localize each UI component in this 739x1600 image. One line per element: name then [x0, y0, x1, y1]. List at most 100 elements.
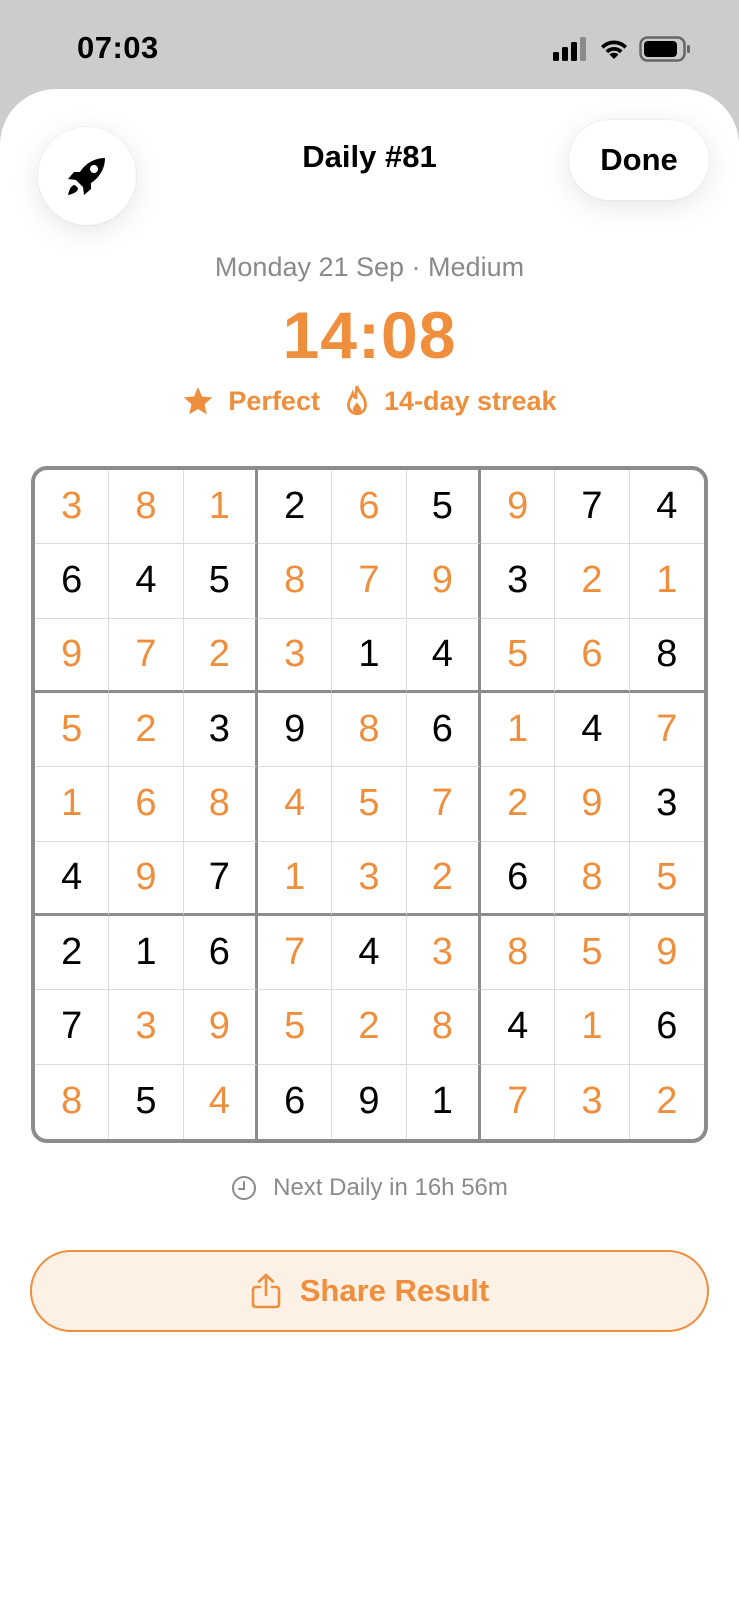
streak-badge: 14-day streak — [344, 385, 557, 417]
sudoku-cell[interactable]: 6 — [332, 470, 407, 545]
sudoku-cell[interactable]: 7 — [406, 767, 481, 842]
sudoku-cell[interactable]: 9 — [629, 916, 704, 991]
sudoku-cell[interactable]: 6 — [258, 1064, 333, 1139]
sudoku-cell[interactable]: 8 — [332, 693, 407, 768]
sudoku-cell[interactable]: 4 — [184, 1064, 258, 1139]
sudoku-cell[interactable]: 8 — [629, 619, 704, 693]
sudoku-cell[interactable]: 8 — [406, 990, 481, 1065]
sudoku-cell[interactable]: 8 — [183, 767, 258, 842]
share-result-button[interactable]: Share Result — [30, 1250, 709, 1332]
sudoku-cell[interactable]: 6 — [406, 693, 481, 768]
sudoku-cell[interactable]: 7 — [109, 618, 184, 693]
next-daily-label: Next Daily in 16h 56m — [273, 1174, 508, 1201]
sudoku-cell[interactable]: 9 — [555, 767, 630, 842]
sudoku-cell[interactable]: 4 — [629, 470, 704, 545]
perfect-badge: Perfect — [182, 385, 320, 417]
next-daily-countdown: Next Daily in 16h 56m — [0, 1174, 739, 1202]
sudoku-cell[interactable]: 5 — [258, 990, 333, 1065]
sudoku-cell[interactable]: 6 — [35, 544, 110, 619]
star-icon — [184, 387, 213, 415]
sudoku-cell[interactable]: 1 — [35, 767, 110, 842]
sudoku-cell[interactable]: 1 — [481, 693, 556, 768]
status-time: 07:03 — [77, 30, 159, 65]
share-result-label: Share Result — [299, 1273, 490, 1308]
sudoku-cell[interactable]: 5 — [183, 544, 258, 619]
date-difficulty: Monday 21 Sep · Medium — [214, 252, 525, 282]
sudoku-cell[interactable]: 3 — [481, 544, 556, 619]
daily-result-sheet: Daily #81 Done Monday 21 Sep · Medium 14… — [0, 89, 739, 1600]
sudoku-cell[interactable]: 4 — [481, 990, 556, 1065]
sudoku-cell[interactable]: 3 — [183, 693, 258, 768]
sudoku-cell[interactable]: 5 — [109, 1064, 184, 1139]
sudoku-cell[interactable]: 3 — [35, 470, 110, 545]
sudoku-cell[interactable]: 8 — [109, 470, 184, 545]
sudoku-cell[interactable]: 1 — [407, 1064, 481, 1139]
solve-time: 14:08 — [282, 298, 457, 372]
sudoku-cell[interactable]: 4 — [109, 544, 184, 619]
sudoku-cell[interactable]: 6 — [183, 916, 258, 991]
sudoku-cell[interactable]: 8 — [555, 841, 630, 916]
sudoku-cell[interactable]: 2 — [258, 470, 333, 545]
sudoku-cell[interactable]: 7 — [332, 544, 407, 619]
sudoku-cell[interactable]: 8 — [258, 544, 333, 619]
sudoku-grid: 3812659746458793219723145685239861471684… — [31, 466, 708, 1143]
sudoku-cell[interactable]: 2 — [35, 916, 110, 991]
sudoku-cell[interactable]: 6 — [481, 841, 556, 916]
sudoku-cell[interactable]: 4 — [555, 693, 630, 768]
sudoku-cell[interactable]: 1 — [332, 618, 407, 693]
sudoku-cell[interactable]: 8 — [481, 916, 556, 991]
perfect-label: Perfect — [228, 385, 320, 416]
sudoku-cell[interactable]: 7 — [629, 693, 704, 768]
sudoku-cell[interactable]: 2 — [183, 618, 258, 693]
sudoku-cell[interactable]: 3 — [258, 618, 333, 693]
sudoku-cell[interactable]: 9 — [258, 693, 333, 768]
sudoku-cell[interactable]: 4 — [258, 767, 333, 842]
sudoku-cell[interactable]: 2 — [630, 1065, 704, 1139]
sudoku-cell[interactable]: 5 — [555, 916, 630, 991]
sudoku-cell[interactable]: 9 — [481, 470, 556, 545]
sudoku-cell[interactable]: 1 — [183, 470, 258, 545]
sudoku-cell[interactable]: 9 — [183, 990, 258, 1065]
sudoku-cell[interactable]: 3 — [406, 916, 481, 991]
sudoku-cell[interactable]: 5 — [406, 470, 481, 545]
sudoku-cell[interactable]: 9 — [406, 544, 481, 619]
sudoku-cell[interactable]: 3 — [555, 1064, 630, 1139]
sudoku-cell[interactable]: 7 — [35, 990, 110, 1065]
sudoku-cell[interactable]: 8 — [35, 1064, 110, 1139]
sudoku-cell[interactable]: 5 — [629, 842, 704, 916]
sudoku-cell[interactable]: 6 — [629, 990, 704, 1065]
sudoku-cell[interactable]: 5 — [481, 618, 556, 693]
sudoku-cell[interactable]: 2 — [332, 990, 407, 1065]
sudoku-cell[interactable]: 9 — [35, 618, 110, 693]
battery-icon — [639, 36, 690, 62]
sudoku-cell[interactable]: 4 — [332, 916, 407, 991]
done-button[interactable]: Done — [569, 120, 709, 200]
sudoku-cell[interactable]: 7 — [555, 470, 630, 545]
sudoku-cell[interactable]: 9 — [332, 1064, 407, 1139]
sudoku-cell[interactable]: 3 — [332, 841, 407, 916]
sudoku-cell[interactable]: 1 — [258, 841, 333, 916]
sudoku-cell[interactable]: 5 — [35, 693, 110, 768]
sudoku-cell[interactable]: 5 — [332, 767, 407, 842]
sudoku-cell[interactable]: 1 — [555, 990, 630, 1065]
sudoku-cell[interactable]: 7 — [481, 1064, 556, 1139]
sudoku-cell[interactable]: 7 — [258, 916, 333, 991]
sudoku-cell[interactable]: 4 — [35, 841, 110, 916]
sudoku-cell[interactable]: 3 — [109, 990, 184, 1065]
sudoku-cell[interactable]: 2 — [406, 841, 481, 916]
sudoku-cell[interactable]: 2 — [109, 693, 184, 768]
status-icons — [553, 34, 691, 64]
share-icon — [251, 1273, 281, 1309]
sudoku-cell[interactable]: 1 — [629, 544, 704, 619]
flame-icon — [347, 385, 367, 416]
sudoku-cell[interactable]: 2 — [555, 544, 630, 619]
sudoku-cell[interactable]: 9 — [109, 841, 184, 916]
sudoku-cell[interactable]: 6 — [109, 767, 184, 842]
cellular-signal-icon — [553, 37, 586, 61]
sudoku-cell[interactable]: 7 — [183, 841, 258, 916]
sudoku-cell[interactable]: 1 — [109, 916, 184, 991]
sudoku-cell[interactable]: 4 — [406, 618, 481, 693]
sudoku-cell[interactable]: 3 — [629, 767, 704, 842]
sudoku-cell[interactable]: 2 — [481, 767, 556, 842]
sudoku-cell[interactable]: 6 — [555, 618, 630, 693]
